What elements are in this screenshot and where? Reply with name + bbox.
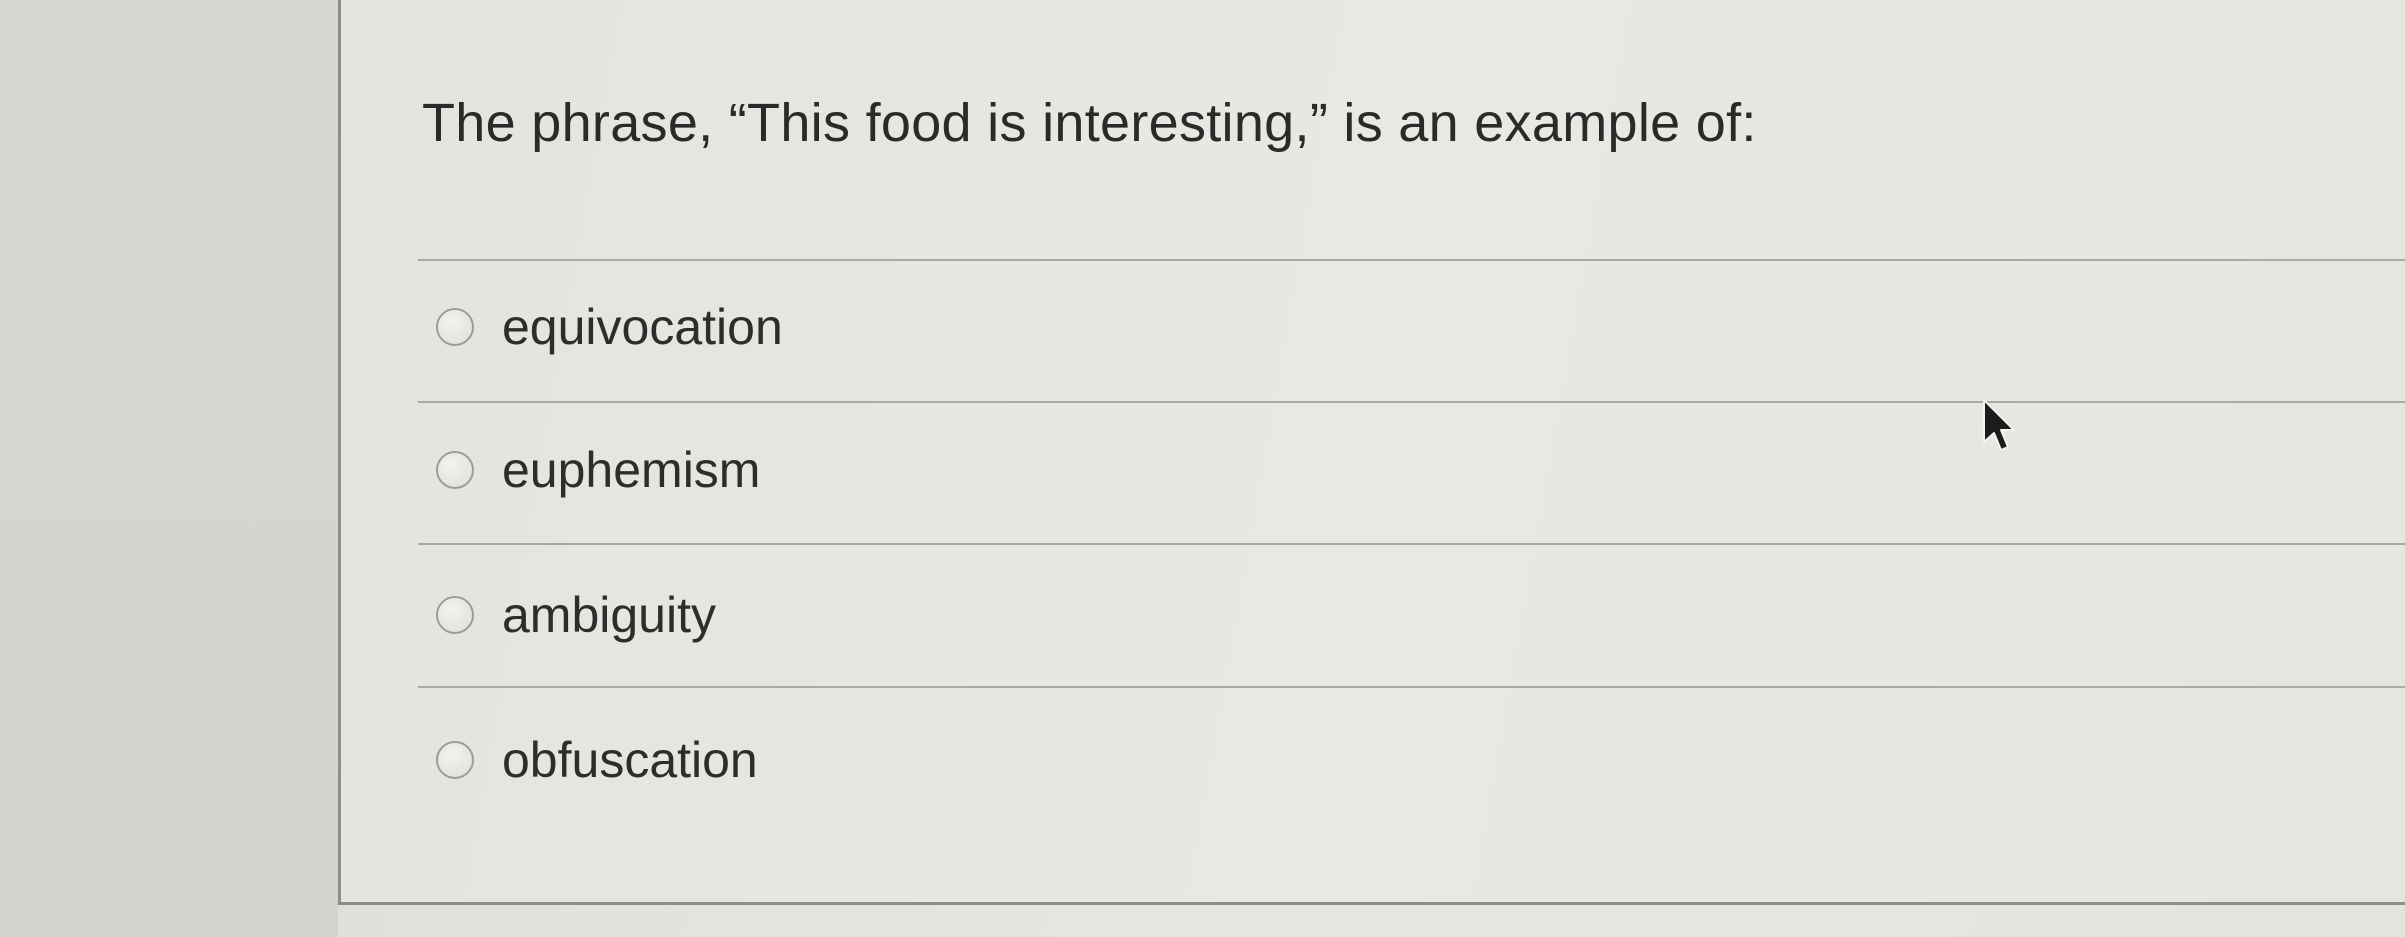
divider bbox=[418, 543, 2405, 545]
option-equivocation[interactable]: equivocation bbox=[436, 297, 783, 357]
option-label: equivocation bbox=[502, 299, 783, 355]
radio-button-icon[interactable] bbox=[436, 596, 474, 634]
option-label: ambiguity bbox=[502, 587, 716, 643]
left-gutter bbox=[0, 0, 338, 937]
question-text: The phrase, “This food is interesting,” … bbox=[422, 93, 1757, 153]
radio-button-icon[interactable] bbox=[436, 451, 474, 489]
mouse-pointer-icon bbox=[1983, 399, 2015, 451]
option-ambiguity[interactable]: ambiguity bbox=[436, 585, 716, 645]
divider bbox=[418, 401, 2405, 403]
radio-button-icon[interactable] bbox=[436, 308, 474, 346]
option-obfuscation[interactable]: obfuscation bbox=[436, 730, 758, 790]
divider bbox=[418, 259, 2405, 261]
radio-button-icon[interactable] bbox=[436, 741, 474, 779]
divider bbox=[418, 686, 2405, 688]
option-euphemism[interactable]: euphemism bbox=[436, 440, 760, 500]
option-label: obfuscation bbox=[502, 732, 758, 788]
screen-background: The phrase, “This food is interesting,” … bbox=[0, 0, 2405, 937]
option-label: euphemism bbox=[502, 442, 761, 498]
